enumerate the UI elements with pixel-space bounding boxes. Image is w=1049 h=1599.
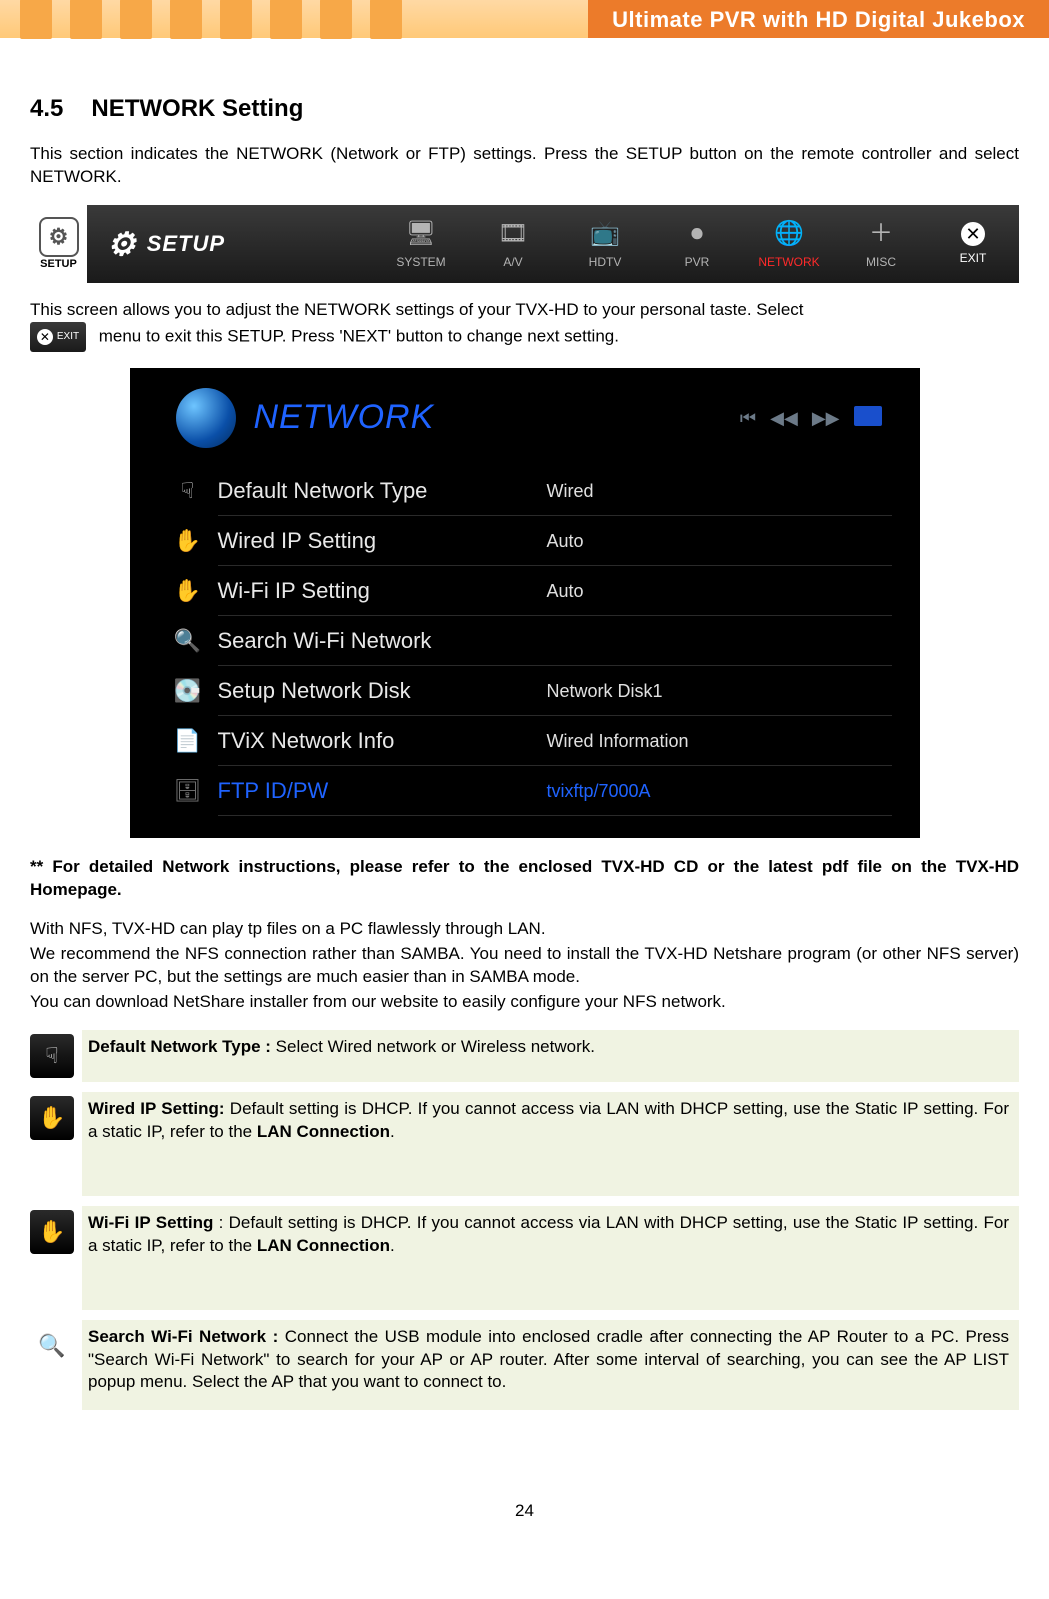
tab-marker [220, 0, 252, 39]
setting-row-search-wifi: 🔍 Search Wi-Fi Network : Connect the USB… [30, 1320, 1019, 1411]
section-heading: 4.5 NETWORK Setting [30, 93, 1019, 125]
menu-item-hdtv[interactable]: 📺HDTV [559, 218, 651, 271]
pointer-icon: ☟ [30, 1034, 74, 1078]
screen-icon[interactable] [854, 406, 882, 426]
header-banner: Ultimate PVR with HD Digital Jukebox [588, 0, 1049, 38]
panel-nav-icons: ⏮ ◀◀ ▶▶ [740, 406, 892, 430]
section-title: NETWORK Setting [91, 95, 303, 122]
tab-marker [320, 0, 352, 39]
close-icon: ✕ [37, 329, 53, 345]
gear-icon: ⚙ [107, 223, 137, 266]
disk-icon: 💽 [158, 676, 218, 706]
document-icon: 📄 [158, 726, 218, 756]
net-row-network-info[interactable]: 📄 TViX Network Info Wired Information [158, 716, 892, 766]
network-settings-panel: NETWORK ⏮ ◀◀ ▶▶ ☟ Default Network Type W… [130, 368, 920, 838]
next-icon[interactable]: ▶▶ [812, 406, 840, 430]
menu-item-pvr[interactable]: ⏺PVR [651, 218, 743, 271]
intro-paragraph: This section indicates the NETWORK (Netw… [30, 143, 1019, 189]
gear-icon: ⚙ [39, 217, 79, 257]
setup-menu-bar: ⚙ SETUP ⚙ SETUP 🖥SYSTEM 🎞A/V 📺HDTV ⏺PVR … [30, 205, 1019, 283]
rewind-icon[interactable]: ⏮ [740, 406, 756, 430]
net-row-default-type[interactable]: ☟ Default Network Type Wired [158, 466, 892, 516]
menu-item-misc[interactable]: ＋MISC [835, 218, 927, 271]
top-tab-markers [20, 0, 402, 39]
settings-description-table: ☟ Default Network Type : Select Wired ne… [30, 1030, 1019, 1411]
net-row-wifi-ip[interactable]: ✋ Wi-Fi IP Setting Auto [158, 566, 892, 616]
globe-icon [176, 388, 236, 448]
setup-button-label: SETUP [40, 257, 77, 272]
net-row-search-wifi[interactable]: 🔍 Search Wi-Fi Network [158, 616, 892, 666]
tab-marker [70, 0, 102, 39]
film-icon: 🎞 [498, 218, 528, 250]
plus-icon: ＋ [869, 218, 893, 250]
ftp-icon: 🗄 [158, 776, 218, 806]
menu-item-av[interactable]: 🎞A/V [467, 218, 559, 271]
setting-row-default-network-type: ☟ Default Network Type : Select Wired ne… [30, 1030, 1019, 1082]
setup-logo-text: SETUP [147, 229, 225, 259]
remote-setup-button: ⚙ SETUP [30, 205, 87, 283]
tab-marker [120, 0, 152, 39]
pvr-icon: ⏺ [691, 218, 703, 250]
menu-item-exit[interactable]: ✕EXIT [927, 218, 1019, 271]
nfs-line-2: We recommend the NFS connection rather t… [30, 943, 1019, 989]
hand-icon: ✋ [158, 576, 218, 606]
setting-row-wired-ip: ✋ Wired IP Setting: Default setting is D… [30, 1092, 1019, 1196]
tab-marker [20, 0, 52, 39]
hand-icon: ✋ [30, 1210, 74, 1254]
prev-icon[interactable]: ◀◀ [770, 406, 798, 430]
net-row-ftp[interactable]: 🗄 FTP ID/PW tvixftp/7000A [158, 766, 892, 816]
hand-icon: ✋ [30, 1096, 74, 1140]
net-row-network-disk[interactable]: 💽 Setup Network Disk Network Disk1 [158, 666, 892, 716]
wifi-search-icon: 🔍 [30, 1324, 74, 1368]
tv-icon: 📺 [590, 218, 620, 250]
close-icon: ✕ [961, 222, 985, 246]
setup-logo: ⚙ SETUP [107, 223, 225, 266]
menu-item-system[interactable]: 🖥SYSTEM [375, 218, 467, 271]
hand-icon: ✋ [158, 526, 218, 556]
top-strip: Ultimate PVR with HD Digital Jukebox [0, 0, 1049, 38]
setup-menubar: ⚙ SETUP 🖥SYSTEM 🎞A/V 📺HDTV ⏺PVR 🌐NETWORK… [87, 205, 1019, 283]
page-number: 24 [30, 1500, 1019, 1543]
pointer-icon: ☟ [158, 476, 218, 506]
section-number: 4.5 [30, 95, 63, 122]
menu-item-network[interactable]: 🌐NETWORK [743, 218, 835, 271]
note-bold: ** For detailed Network instructions, pl… [30, 856, 1019, 902]
panel-title: NETWORK [254, 395, 435, 441]
setting-row-wifi-ip: ✋ Wi-Fi IP Setting : Default setting is … [30, 1206, 1019, 1310]
wifi-search-icon: 🔍 [158, 626, 218, 656]
para-2: This screen allows you to adjust the NET… [30, 299, 1019, 352]
tab-marker [270, 0, 302, 39]
nfs-line-3: You can download NetShare installer from… [30, 991, 1019, 1014]
nfs-line-1: With NFS, TVX-HD can play tp files on a … [30, 918, 1019, 941]
tab-marker [370, 0, 402, 39]
globe-icon: 🌐 [774, 218, 804, 250]
tab-marker [170, 0, 202, 39]
exit-chip: ✕EXIT [30, 322, 86, 352]
monitor-icon: 🖥 [406, 218, 436, 250]
net-row-wired-ip[interactable]: ✋ Wired IP Setting Auto [158, 516, 892, 566]
